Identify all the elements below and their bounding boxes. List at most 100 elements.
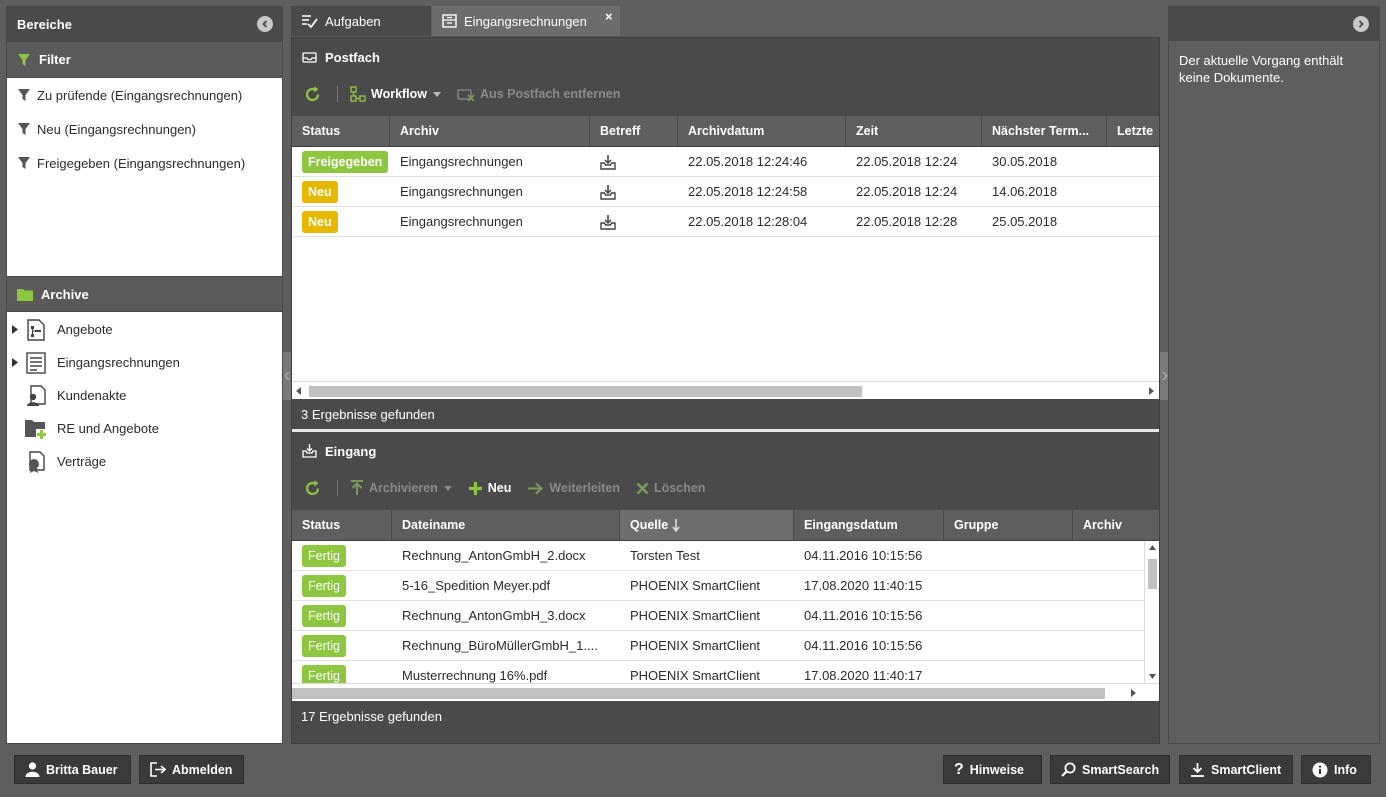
- filter-item[interactable]: Freigegeben (Eingangsrechnungen): [7, 146, 282, 180]
- left-splitter-handle[interactable]: [283, 352, 291, 400]
- column-header-archivdatum[interactable]: Archivdatum: [678, 116, 846, 146]
- termin-cell: 14.06.2018: [992, 184, 1058, 199]
- right-splitter-handle[interactable]: [1160, 352, 1168, 400]
- expand-arrow-icon[interactable]: [12, 325, 18, 334]
- filter-icon: [17, 156, 31, 170]
- areas-title: Bereiche: [17, 16, 72, 32]
- archive-box-icon: [442, 14, 457, 28]
- info-label: Info: [1334, 762, 1357, 777]
- scroll-up-icon: [1149, 545, 1156, 550]
- left-sidebar: Bereiche Filter Zu prüfende (Eingangsrec…: [6, 6, 283, 744]
- attachment-icon[interactable]: [590, 214, 678, 230]
- folder-add-icon: [23, 416, 49, 442]
- refresh-button[interactable]: [304, 480, 321, 497]
- eingangsdatum-cell: 04.11.2016 10:15:56: [804, 638, 923, 653]
- column-header-termin[interactable]: Nächster Term...: [982, 116, 1107, 146]
- forward-label: Weiterleiten: [549, 481, 621, 495]
- archive-label: Verträge: [57, 454, 107, 469]
- dateiname-cell: Rechnung_BüroMüllerGmbH_1....: [402, 638, 598, 653]
- archive-item-eingangsrechnungen[interactable]: Eingangsrechnungen: [7, 346, 282, 379]
- quelle-cell: PHOENIX SmartClient: [630, 668, 761, 683]
- attachment-icon[interactable]: [590, 154, 678, 170]
- scroll-down-icon: [1149, 674, 1156, 679]
- toolbar-separator: [337, 480, 338, 496]
- archive-label: RE und Angebote: [57, 421, 159, 436]
- eingang-horizontal-scrollbar[interactable]: [292, 683, 1159, 701]
- table-row[interactable]: Fertig Rechnung_AntonGmbH_3.docx PHOENIX…: [292, 601, 1159, 631]
- expand-arrow-icon[interactable]: [12, 358, 18, 367]
- quelle-cell: Torsten Test: [630, 548, 700, 563]
- remove-label: Aus Postfach entfernen: [480, 87, 621, 101]
- column-header-dateiname[interactable]: Dateiname: [392, 510, 620, 540]
- column-header-archiv[interactable]: Archiv: [390, 116, 590, 146]
- scroll-right-icon: [1131, 689, 1136, 697]
- invoice-list-icon: [23, 350, 49, 376]
- eingang-result-count: 17 Ergebnisse gefunden: [292, 701, 1159, 731]
- column-header-gruppe[interactable]: Gruppe: [944, 510, 1073, 540]
- hints-button[interactable]: ? Hinweise: [943, 755, 1042, 784]
- status-badge: Neu: [302, 210, 338, 233]
- archive-header[interactable]: Archive: [7, 276, 282, 312]
- archive-item-vertraege[interactable]: Verträge: [7, 445, 282, 478]
- plus-icon: [468, 481, 483, 496]
- archive-item-angebote[interactable]: Angebote: [7, 313, 282, 346]
- tab-aufgaben[interactable]: Aufgaben: [291, 6, 431, 36]
- tab-eingangsrechnungen[interactable]: Eingangsrechnungen: [432, 6, 620, 36]
- postfach-horizontal-scrollbar[interactable]: [292, 381, 1159, 399]
- table-row[interactable]: Freigegeben Eingangsrechnungen 22.05.201…: [292, 147, 1159, 177]
- column-header-quelle[interactable]: Quelle: [620, 510, 794, 540]
- user-icon: [25, 762, 40, 777]
- smartclient-button[interactable]: SmartClient: [1179, 755, 1293, 784]
- new-button[interactable]: Neu: [468, 481, 511, 496]
- logout-button[interactable]: Abmelden: [139, 755, 244, 784]
- table-row[interactable]: Fertig 5-16_Spedition Meyer.pdf PHOENIX …: [292, 571, 1159, 601]
- forward-button[interactable]: Weiterleiten: [527, 481, 620, 495]
- attachment-icon[interactable]: [590, 184, 678, 200]
- eingang-toolbar: Archivieren Neu Weiterleiten Löschen: [292, 470, 1159, 506]
- eingang-vertical-scrollbar[interactable]: [1144, 541, 1159, 683]
- smartsearch-button[interactable]: SmartSearch: [1050, 755, 1170, 784]
- expand-right-button[interactable]: [1353, 16, 1369, 32]
- table-row[interactable]: Fertig Rechnung_AntonGmbH_2.docx Torsten…: [292, 541, 1159, 571]
- filter-item[interactable]: Neu (Eingangsrechnungen): [7, 112, 282, 146]
- tab-label: Aufgaben: [325, 13, 381, 29]
- remove-from-inbox-button[interactable]: Aus Postfach entfernen: [457, 87, 620, 101]
- workflow-button[interactable]: Workflow: [350, 86, 442, 102]
- column-header-archiv[interactable]: Archiv: [1073, 510, 1159, 540]
- quelle-cell: PHOENIX SmartClient: [630, 578, 761, 593]
- filter-item[interactable]: Zu prüfende (Eingangsrechnungen): [7, 78, 282, 112]
- delete-button[interactable]: Löschen: [636, 481, 705, 495]
- filter-header[interactable]: Filter: [7, 42, 282, 78]
- column-header-status[interactable]: Status: [292, 116, 390, 146]
- table-row[interactable]: Fertig Rechnung_BüroMüllerGmbH_1.... PHO…: [292, 631, 1159, 661]
- archive-item-re-und-angebote[interactable]: RE und Angebote: [7, 412, 282, 445]
- chevron-right-icon: [1162, 372, 1167, 380]
- close-tab-icon[interactable]: ×: [605, 9, 613, 24]
- archive-button[interactable]: Archivieren: [350, 480, 452, 496]
- eingangsdatum-cell: 04.11.2016 10:15:56: [804, 608, 923, 623]
- workflow-label: Workflow: [371, 87, 428, 101]
- column-header-letzte[interactable]: Letzte: [1107, 116, 1159, 146]
- refresh-button[interactable]: [304, 86, 321, 103]
- scrollbar-thumb[interactable]: [309, 386, 862, 397]
- table-row[interactable]: Neu Eingangsrechnungen 22.05.2018 12:24:…: [292, 177, 1159, 207]
- dateiname-cell: 5-16_Spedition Meyer.pdf: [402, 578, 551, 593]
- column-header-eingangsdatum[interactable]: Eingangsdatum: [794, 510, 944, 540]
- scrollbar-thumb[interactable]: [292, 688, 1105, 699]
- search-icon: [1061, 762, 1076, 777]
- filter-icon: [17, 88, 31, 102]
- column-header-zeit[interactable]: Zeit: [846, 116, 982, 146]
- filter-list: Zu prüfende (Eingangsrechnungen) Neu (Ei…: [7, 78, 282, 276]
- scrollbar-thumb[interactable]: [1148, 559, 1157, 589]
- remove-inbox-icon: [457, 87, 475, 101]
- collapse-left-button[interactable]: [257, 16, 273, 32]
- customer-file-icon: [23, 383, 49, 409]
- archive-tree: Angebote Eingangsrechnungen Kundenakte R…: [7, 312, 282, 478]
- info-button[interactable]: Info: [1301, 755, 1371, 784]
- archive-item-kundenakte[interactable]: Kundenakte: [7, 379, 282, 412]
- user-button[interactable]: Britta Bauer: [14, 755, 131, 784]
- filter-icon: [17, 122, 31, 136]
- table-row[interactable]: Neu Eingangsrechnungen 22.05.2018 12:28:…: [292, 207, 1159, 237]
- column-header-status[interactable]: Status: [292, 510, 392, 540]
- column-header-betreff[interactable]: Betreff: [590, 116, 678, 146]
